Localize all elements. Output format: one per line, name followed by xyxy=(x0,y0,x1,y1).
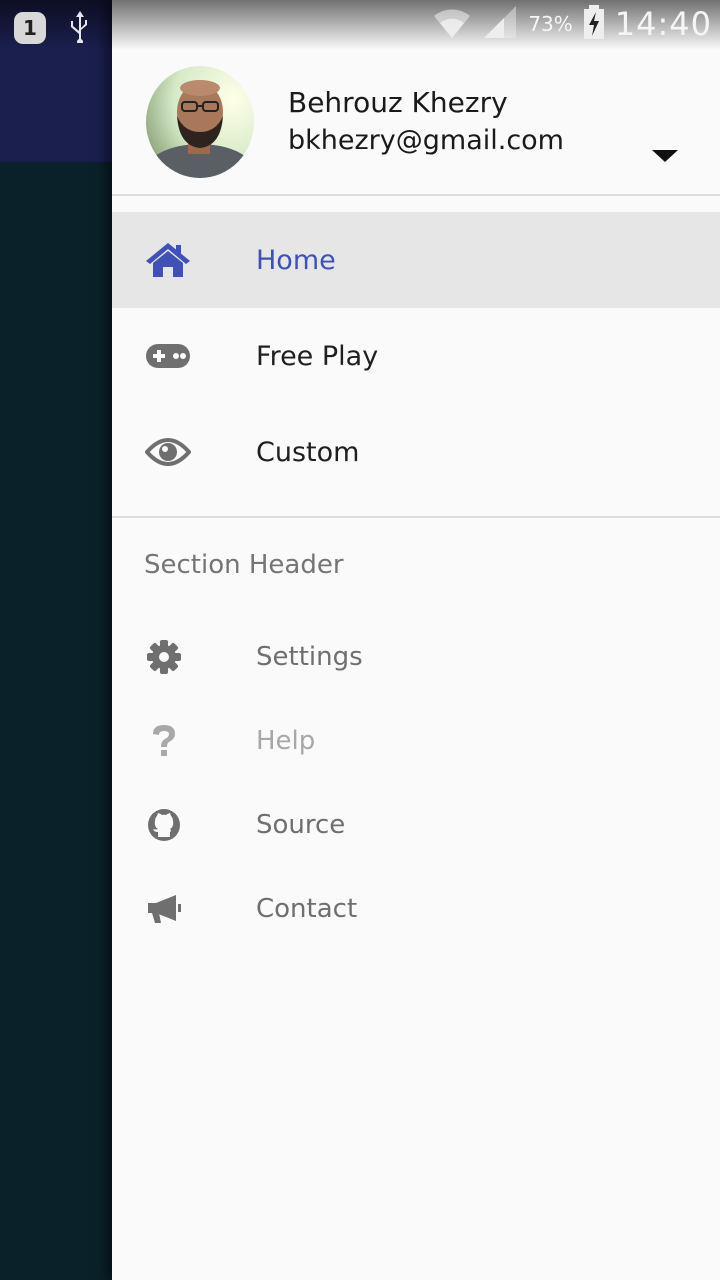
avatar[interactable] xyxy=(146,66,254,178)
battery-charging-icon xyxy=(583,4,605,44)
wifi-icon xyxy=(432,4,472,44)
nav-item-home[interactable]: Home xyxy=(112,212,720,308)
battery-percent: 73% xyxy=(528,12,573,36)
github-icon xyxy=(144,805,184,845)
profile-email: bkhezry@gmail.com xyxy=(288,125,564,156)
nav-item-label: Settings xyxy=(256,642,363,672)
nav-item-settings[interactable]: Settings xyxy=(112,615,720,699)
account-switcher-dropdown-icon[interactable] xyxy=(652,150,678,162)
question-icon xyxy=(144,721,184,761)
profile-name: Behrouz Khezry xyxy=(288,86,508,119)
nav-item-help[interactable]: Help xyxy=(112,699,720,783)
nav-item-label: Home xyxy=(256,244,336,276)
nav-item-label: Source xyxy=(256,810,346,840)
eye-icon xyxy=(144,428,192,476)
usb-icon xyxy=(68,9,92,47)
nav-item-label: Contact xyxy=(256,894,358,924)
nav-item-label: Free Play xyxy=(256,340,379,372)
section-divider xyxy=(112,516,720,518)
clock-time: 14:40 xyxy=(614,5,712,43)
nav-item-custom[interactable]: Custom xyxy=(112,404,720,500)
home-icon xyxy=(144,236,192,284)
nav-item-contact[interactable]: Contact xyxy=(112,867,720,951)
nav-item-label: Custom xyxy=(256,436,360,468)
section-header: Section Header xyxy=(144,550,344,580)
nav-item-label: Help xyxy=(256,726,316,756)
signal-icon xyxy=(482,4,518,44)
profile-divider xyxy=(112,194,720,196)
megaphone-icon xyxy=(144,889,184,929)
navigation-drawer: Behrouz Khezry bkhezry@gmail.com Home Fr… xyxy=(112,0,720,1280)
notification-1-icon: 1 xyxy=(14,12,46,44)
gamepad-icon xyxy=(144,332,192,380)
gear-icon xyxy=(144,637,184,677)
nav-item-free-play[interactable]: Free Play xyxy=(112,308,720,404)
status-bar: 1 73% 14:40 xyxy=(0,0,720,50)
nav-item-source[interactable]: Source xyxy=(112,783,720,867)
